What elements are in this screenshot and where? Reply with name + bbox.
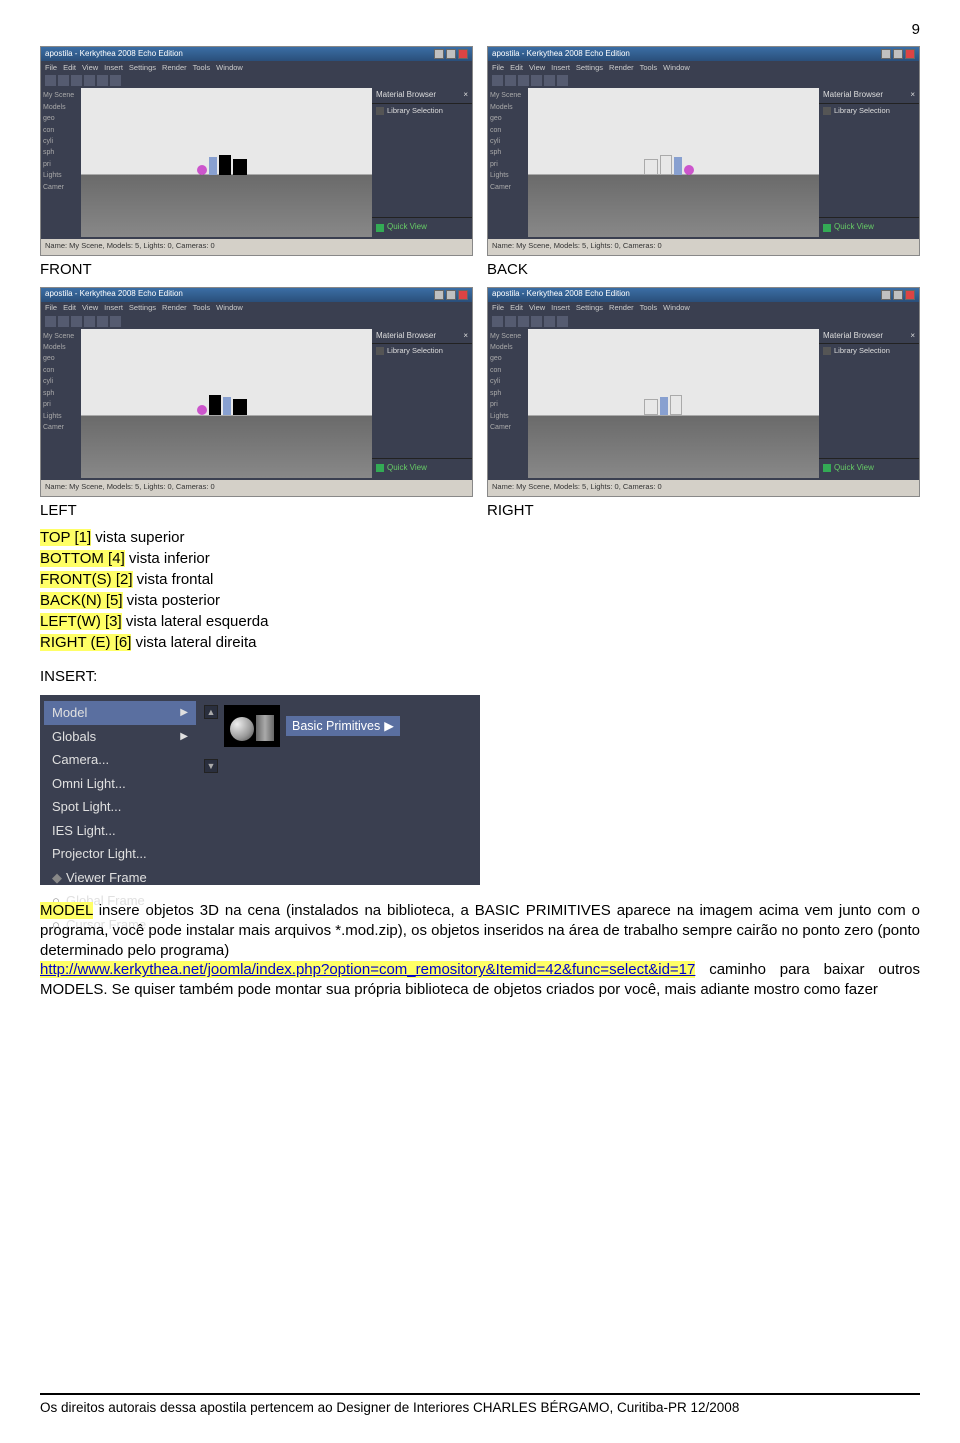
menu-item-viewer-frame: ◆Viewer Frame: [44, 866, 196, 890]
min-icon: [434, 49, 444, 59]
toolbar: [41, 74, 472, 88]
insert-menu-screenshot: Model▶ Globals▶ Camera... Omni Light... …: [40, 695, 480, 885]
insert-menu: Model▶ Globals▶ Camera... Omni Light... …: [40, 695, 200, 885]
insert-header: INSERT:: [40, 667, 920, 687]
screenshot-left: apostila - Kerkythea 2008 Echo Edition F…: [40, 287, 473, 497]
view-back: BACK(N) [5]: [40, 592, 123, 609]
right-panel: Material Browser× Library Selection Quic…: [372, 88, 472, 237]
label-back: BACK: [487, 260, 920, 280]
view-right: RIGHT (E) [6]: [40, 634, 131, 651]
status-bar: Name: My Scene, Models: 5, Lights: 0, Ca…: [41, 239, 472, 255]
model-highlight: MODEL: [40, 902, 93, 919]
view-left: LEFT(W) [3]: [40, 613, 122, 630]
insert-submenu: ▲ ▼ Basic Primitives▶: [200, 695, 450, 885]
quick-view-label: Quick View: [387, 222, 427, 233]
window-title: apostila - Kerkythea 2008 Echo Edition: [45, 49, 183, 60]
menu-item-spot: Spot Light...: [44, 795, 196, 819]
close-icon: [458, 49, 468, 59]
menu-bar: FileEditViewInsertSettingsRenderToolsWin…: [41, 61, 472, 74]
menu-item-model: Model▶: [44, 701, 196, 725]
material-browser-label: Material Browser: [376, 90, 436, 101]
max-icon: [446, 49, 456, 59]
scene-tree: My SceneModelsgeoconcylisphpriLightsCame…: [41, 88, 81, 237]
menu-item-camera: Camera...: [44, 748, 196, 772]
primitives-thumb: [224, 705, 280, 747]
view-top: TOP [1]: [40, 529, 91, 546]
viewport: [81, 88, 372, 237]
view-front: FRONT(S) [2]: [40, 571, 133, 588]
views-list: TOP [1] vista superior BOTTOM [4] vista …: [40, 527, 920, 653]
label-front: FRONT: [40, 260, 473, 280]
scroll-down-icon: ▼: [204, 759, 218, 773]
scroll-up-icon: ▲: [204, 705, 218, 719]
screenshot-grid: apostila - Kerkythea 2008 Echo Edition F…: [40, 46, 920, 256]
menu-item-projector: Projector Light...: [44, 842, 196, 866]
footer: Os direitos autorais dessa apostila pert…: [40, 1393, 920, 1417]
menu-item-ies: IES Light...: [44, 819, 196, 843]
menu-item-globals: Globals▶: [44, 725, 196, 749]
label-left: LEFT: [40, 501, 473, 521]
library-selection-label: Library Selection: [387, 106, 443, 116]
basic-primitives-label: Basic Primitives▶: [286, 716, 400, 737]
screenshot-front: apostila - Kerkythea 2008 Echo Edition F…: [40, 46, 473, 256]
body-paragraph: MODEL insere objetos 3D na cena (instala…: [40, 901, 920, 1000]
label-right: RIGHT: [487, 501, 920, 521]
screenshot-back: apostila - Kerkythea 2008 Echo Edition F…: [487, 46, 920, 256]
view-bottom: BOTTOM [4]: [40, 550, 125, 567]
menu-item-omni: Omni Light...: [44, 772, 196, 796]
screenshot-right: apostila - Kerkythea 2008 Echo Edition F…: [487, 287, 920, 497]
page-number: 9: [40, 20, 920, 40]
models-link[interactable]: http://www.kerkythea.net/joomla/index.ph…: [40, 961, 695, 978]
